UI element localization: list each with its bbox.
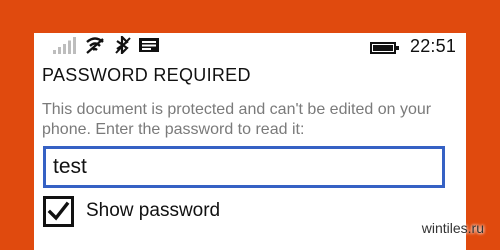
watermark: wintiles.ru xyxy=(421,220,484,236)
message-icon xyxy=(139,38,159,52)
phone-screen: 22:51 PASSWORD REQUIRED This document is… xyxy=(34,33,466,250)
signal-icon xyxy=(53,37,76,54)
status-bar: 22:51 xyxy=(34,33,466,61)
bluetooth-icon xyxy=(115,36,131,54)
dialog-message: This document is protected and can't be … xyxy=(42,101,432,138)
dialog-title: PASSWORD REQUIRED xyxy=(42,65,251,85)
show-password-checkbox[interactable]: Show password xyxy=(43,196,303,230)
checkmark-icon xyxy=(47,201,70,221)
clock: 22:51 xyxy=(410,36,457,56)
show-password-label: Show password xyxy=(86,200,221,221)
wifi-icon xyxy=(86,37,104,54)
checkbox-box[interactable] xyxy=(43,196,74,227)
password-input[interactable] xyxy=(43,146,445,188)
battery-icon xyxy=(370,42,399,54)
